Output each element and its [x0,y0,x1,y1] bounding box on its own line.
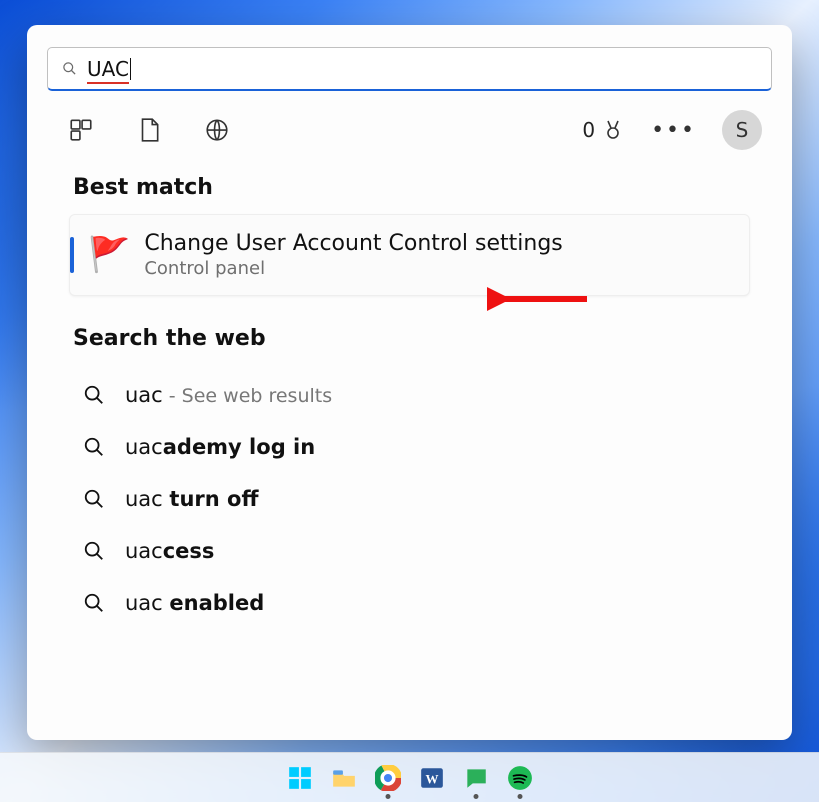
user-avatar[interactable]: S [722,110,762,150]
search-results-panel: UAC 0 ••• S Best match 🚩 [27,25,792,740]
taskbar-chrome-icon[interactable] [373,763,403,793]
svg-text:W: W [425,771,438,786]
best-match-subtitle: Control panel [144,258,562,279]
web-result-item[interactable]: uac - See web results [69,369,750,421]
more-options-icon[interactable]: ••• [651,118,696,143]
search-web-heading: Search the web [47,320,772,365]
best-match-heading: Best match [47,169,772,214]
search-query-text: UAC [87,57,129,81]
apps-filter-icon[interactable] [67,116,95,144]
rewards-counter[interactable]: 0 [582,118,625,142]
best-match-result[interactable]: 🚩 Change User Account Control settings C… [69,214,750,296]
avatar-initial: S [736,118,749,142]
web-result-text: uac enabled [125,591,264,615]
taskbar-spotify-icon[interactable] [505,763,535,793]
documents-filter-icon[interactable] [135,116,163,144]
web-result-text: uac - See web results [125,383,332,407]
rewards-medal-icon [601,118,625,142]
web-result-item[interactable]: uac enabled [69,577,750,629]
taskbar-word-icon[interactable]: W [417,763,447,793]
taskbar-chat-icon[interactable] [461,763,491,793]
web-result-text: uacademy log in [125,435,315,459]
uac-flag-icon: 🚩 [88,238,130,272]
search-icon [83,384,105,406]
search-box[interactable]: UAC [47,47,772,91]
web-result-text: uaccess [125,539,214,563]
web-filter-icon[interactable] [203,116,231,144]
web-result-item[interactable]: uac turn off [69,473,750,525]
web-results-list: uac - See web results uacademy log in ua… [47,365,772,629]
taskbar-start-icon[interactable] [285,763,315,793]
search-icon [83,436,105,458]
filter-toolbar: 0 ••• S [47,91,772,169]
search-icon [62,61,77,76]
rewards-count: 0 [582,118,595,142]
search-icon [83,592,105,614]
web-result-item[interactable]: uacademy log in [69,421,750,473]
web-result-item[interactable]: uaccess [69,525,750,577]
search-icon [83,540,105,562]
text-caret [130,58,131,80]
taskbar-explorer-icon[interactable] [329,763,359,793]
best-match-title: Change User Account Control settings [144,231,562,256]
search-icon [83,488,105,510]
taskbar: W [0,752,819,802]
web-result-text: uac turn off [125,487,258,511]
